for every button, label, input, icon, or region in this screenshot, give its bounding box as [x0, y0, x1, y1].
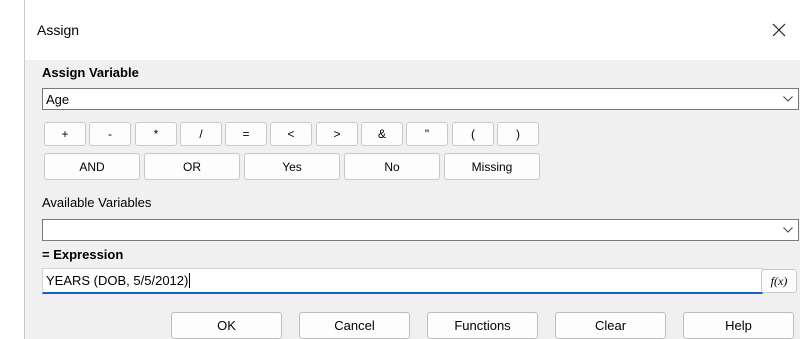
- close-icon: [772, 23, 786, 37]
- close-button[interactable]: [757, 10, 800, 50]
- available-variables-select[interactable]: [42, 219, 799, 241]
- operator-greater-than-button[interactable]: >: [316, 122, 358, 146]
- or-button[interactable]: OR: [144, 153, 240, 180]
- help-button[interactable]: Help: [683, 312, 794, 339]
- yes-button[interactable]: Yes: [244, 153, 340, 180]
- chevron-down-icon: [782, 93, 794, 105]
- functions-button[interactable]: Functions: [427, 312, 538, 339]
- assign-dialog: Assign Assign Variable Age + - * / = < >…: [24, 0, 800, 339]
- operator-multiply-button[interactable]: *: [135, 122, 177, 146]
- operator-close-paren-button[interactable]: ): [497, 122, 539, 146]
- assign-variable-value: Age: [46, 91, 70, 107]
- assign-variable-label: Assign Variable: [42, 65, 139, 80]
- operator-divide-button[interactable]: /: [180, 122, 222, 146]
- missing-button[interactable]: Missing: [444, 153, 540, 180]
- function-button[interactable]: f(x): [761, 269, 797, 293]
- ok-button[interactable]: OK: [171, 312, 282, 339]
- window-title: Assign: [37, 22, 80, 38]
- background-window-strip: [0, 0, 24, 339]
- operator-equals-button[interactable]: =: [225, 122, 267, 146]
- and-button[interactable]: AND: [44, 153, 140, 180]
- expression-input[interactable]: YEARS (DOB, 5/5/2012): [42, 268, 763, 294]
- operator-less-than-button[interactable]: <: [270, 122, 312, 146]
- operator-minus-button[interactable]: -: [89, 122, 131, 146]
- assign-variable-select[interactable]: Age: [42, 88, 799, 110]
- cancel-button[interactable]: Cancel: [299, 312, 410, 339]
- title-bar: Assign: [25, 0, 800, 60]
- operator-plus-button[interactable]: +: [44, 122, 86, 146]
- operator-open-paren-button[interactable]: (: [452, 122, 494, 146]
- no-button[interactable]: No: [344, 153, 440, 180]
- clear-button[interactable]: Clear: [555, 312, 666, 339]
- expression-label: = Expression: [42, 247, 124, 262]
- chevron-down-icon: [782, 224, 794, 236]
- operator-ampersand-button[interactable]: &: [361, 122, 403, 146]
- expression-value: YEARS (DOB, 5/5/2012): [46, 273, 189, 288]
- operator-quote-button[interactable]: ": [406, 122, 448, 146]
- available-variables-label: Available Variables: [42, 195, 152, 210]
- text-caret: [189, 273, 191, 288]
